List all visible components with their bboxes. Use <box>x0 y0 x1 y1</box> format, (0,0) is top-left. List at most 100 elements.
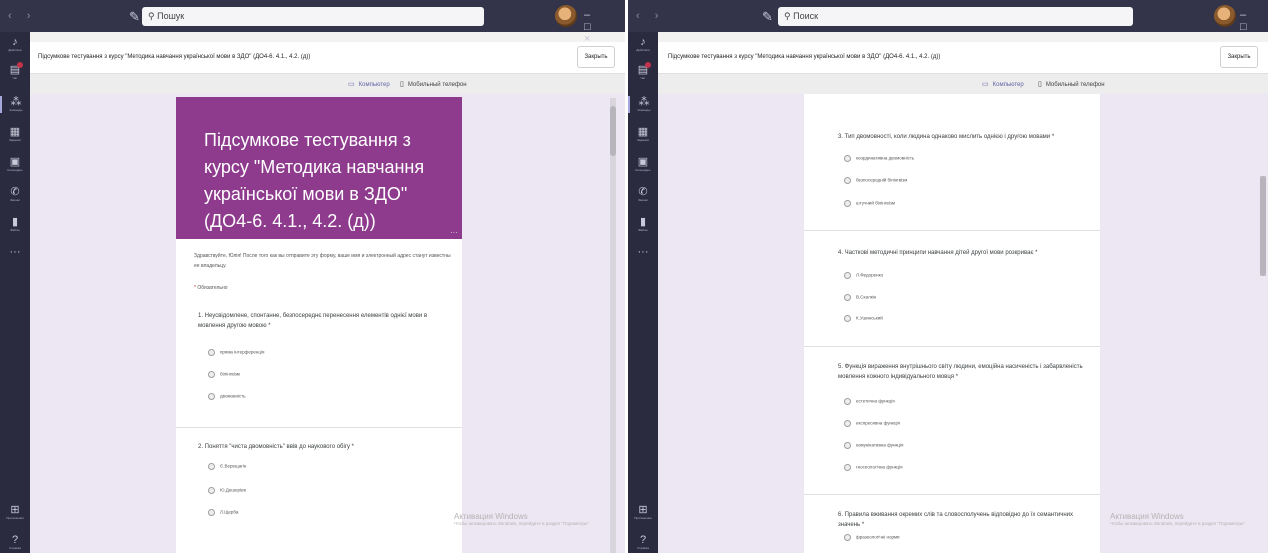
rail-item-files[interactable]: ▮ Файлы <box>0 216 30 233</box>
teams-window-right: ‹ › ✎ ⚲ Поиск – □ ♪ Действия ▤ Чат ⁂ Ком… <box>628 0 1268 553</box>
window-controls[interactable]: – □ <box>1240 9 1268 33</box>
rail-item-calls[interactable]: ✆ Звонки <box>0 186 30 203</box>
search-input[interactable]: ⚲ Пошук <box>142 7 484 26</box>
radio-button[interactable] <box>844 398 851 405</box>
radio-button[interactable] <box>844 315 851 322</box>
question-divider <box>176 427 462 428</box>
rail-item-calendar[interactable]: ▣ Календарь <box>0 156 30 173</box>
rail-item-teams[interactable]: ⁂ Команды <box>628 96 658 113</box>
radio-button[interactable] <box>844 294 851 301</box>
radio-button[interactable] <box>208 463 215 470</box>
avatar[interactable] <box>555 5 577 27</box>
radio-option[interactable]: комунікативна функція <box>844 442 903 449</box>
radio-option[interactable]: К.Ушинський <box>844 315 883 322</box>
rail-item-activity[interactable]: ♪ Действия <box>0 36 30 53</box>
view-mobile-toggle[interactable]: ▯ Мобильный телефон <box>400 80 467 88</box>
window-controls[interactable]: – □ × <box>584 9 625 45</box>
view-toggle-bar: ▭ Компьютер ▯ Мобильный телефон <box>30 74 625 94</box>
search-placeholder: Пошук <box>157 11 185 21</box>
radio-option[interactable]: Є.Верещагін <box>208 463 246 470</box>
form-canvas: Підсумкове тестування з курсу "Методика … <box>30 94 625 553</box>
radio-option[interactable]: фразеологічні норми <box>844 534 900 541</box>
more-icon: ··· <box>637 246 649 258</box>
more-options-icon[interactable]: ··· <box>450 228 458 237</box>
radio-button[interactable] <box>844 272 851 279</box>
radio-option[interactable]: двомовність <box>208 393 246 400</box>
chat-icon: ▤ <box>637 64 649 76</box>
radio-button[interactable] <box>208 371 215 378</box>
rail-item-teams[interactable]: ⁂ Команды <box>0 96 30 113</box>
chat-icon: ▤ <box>9 64 21 76</box>
radio-option[interactable]: білінгвізм <box>208 371 240 378</box>
radio-option[interactable]: пряма інтерференція <box>208 349 264 356</box>
view-desktop-toggle[interactable]: ▭ Компьютер <box>982 80 1024 88</box>
back-forward-arrows-icon[interactable]: ‹ › <box>636 10 664 22</box>
rail-item-calls[interactable]: ✆ Звонки <box>628 186 658 203</box>
radio-button[interactable] <box>844 155 851 162</box>
radio-button[interactable] <box>208 349 215 356</box>
scrollbar[interactable] <box>610 98 616 553</box>
app-rail: ♪ Действия ▤ Чат ⁂ Команды ▦ Задания ▣ К… <box>0 32 30 553</box>
radio-option[interactable]: В.Скалкін <box>844 294 876 301</box>
close-button[interactable]: Закрыть <box>1220 46 1258 68</box>
teams-icon: ⁂ <box>10 96 22 108</box>
form-canvas: 3. Тип двомовності, коли людина однаково… <box>658 94 1268 553</box>
radio-button[interactable] <box>844 534 851 541</box>
rail-item-more[interactable]: ··· <box>628 246 658 258</box>
radio-option[interactable]: експресивна функція <box>844 420 900 427</box>
radio-button[interactable] <box>844 177 851 184</box>
scrollbar[interactable] <box>1260 176 1266 276</box>
required-note: * Обязательно <box>194 285 228 291</box>
radio-option[interactable]: Л.Щерба <box>208 509 238 516</box>
back-forward-arrows-icon[interactable]: ‹ › <box>8 10 36 22</box>
rail-item-files[interactable]: ▮ Файлы <box>628 216 658 233</box>
title-bar: ‹ › ✎ ⚲ Пошук – □ × <box>0 0 625 45</box>
scrollbar-thumb[interactable] <box>1260 176 1266 276</box>
rail-item-apps[interactable]: ⊞ Приложения <box>628 504 658 521</box>
rail-item-assignments[interactable]: ▦ Задания <box>0 126 30 143</box>
radio-option[interactable]: гносеологічна функція <box>844 464 903 471</box>
compose-icon[interactable]: ✎ <box>762 9 773 25</box>
radio-button[interactable] <box>844 420 851 427</box>
radio-option[interactable]: безпосередній білінгвізм <box>844 177 907 184</box>
radio-button[interactable] <box>208 509 215 516</box>
more-icon: ··· <box>9 246 21 258</box>
rail-item-chat[interactable]: ▤ Чат <box>0 62 30 81</box>
radio-button[interactable] <box>208 487 215 494</box>
close-button[interactable]: Закрыть <box>577 46 615 68</box>
radio-button[interactable] <box>844 442 851 449</box>
rail-item-calendar[interactable]: ▣ Календарь <box>628 156 658 173</box>
phone-icon: ▯ <box>1038 81 1042 88</box>
search-icon: ⚲ <box>784 11 794 21</box>
files-icon: ▮ <box>11 216 19 228</box>
radio-button[interactable] <box>208 393 215 400</box>
radio-option[interactable]: координативна двомовність <box>844 155 914 162</box>
calendar-icon: ▣ <box>637 156 649 168</box>
view-desktop-toggle[interactable]: ▭ Компьютер <box>348 80 390 88</box>
view-mobile-toggle[interactable]: ▯ Мобильный телефон <box>1038 80 1105 88</box>
compose-icon[interactable]: ✎ <box>129 9 140 25</box>
radio-option[interactable]: Ю.Дешеріев <box>208 487 246 494</box>
question-6-text: 6. Правила вживання окремих слів та слов… <box>838 512 1074 528</box>
rail-item-chat[interactable]: ▤ Чат <box>628 62 658 81</box>
radio-option[interactable]: штучний білінгвізм <box>844 200 895 207</box>
question-5-text: 5. Функція вираження внутрішнього світу … <box>838 364 1083 380</box>
rail-item-more[interactable]: ··· <box>0 246 30 258</box>
scrollbar-thumb[interactable] <box>610 106 616 156</box>
bell-icon: ♪ <box>640 36 646 48</box>
radio-option[interactable]: естетична функція <box>844 398 895 405</box>
radio-button[interactable] <box>844 464 851 471</box>
rail-item-apps[interactable]: ⊞ Приложения <box>0 504 30 521</box>
intro-text: Здравствуйте, Юлія! После того как вы от… <box>194 253 451 269</box>
radio-option[interactable]: Л.Федоренко <box>844 272 883 279</box>
rail-item-activity[interactable]: ♪ Действия <box>628 36 658 53</box>
search-input[interactable]: ⚲ Поиск <box>778 7 1133 26</box>
avatar[interactable] <box>1214 5 1236 27</box>
form-title: Підсумкове тестування з курсу "Методика … <box>668 54 941 60</box>
rail-item-assignments[interactable]: ▦ Задания <box>628 126 658 143</box>
radio-button[interactable] <box>844 200 851 207</box>
calendar-icon: ▣ <box>9 156 21 168</box>
rail-item-help[interactable]: ? Справка <box>0 534 30 551</box>
rail-item-help[interactable]: ? Справка <box>628 534 658 551</box>
help-icon: ? <box>11 534 19 546</box>
